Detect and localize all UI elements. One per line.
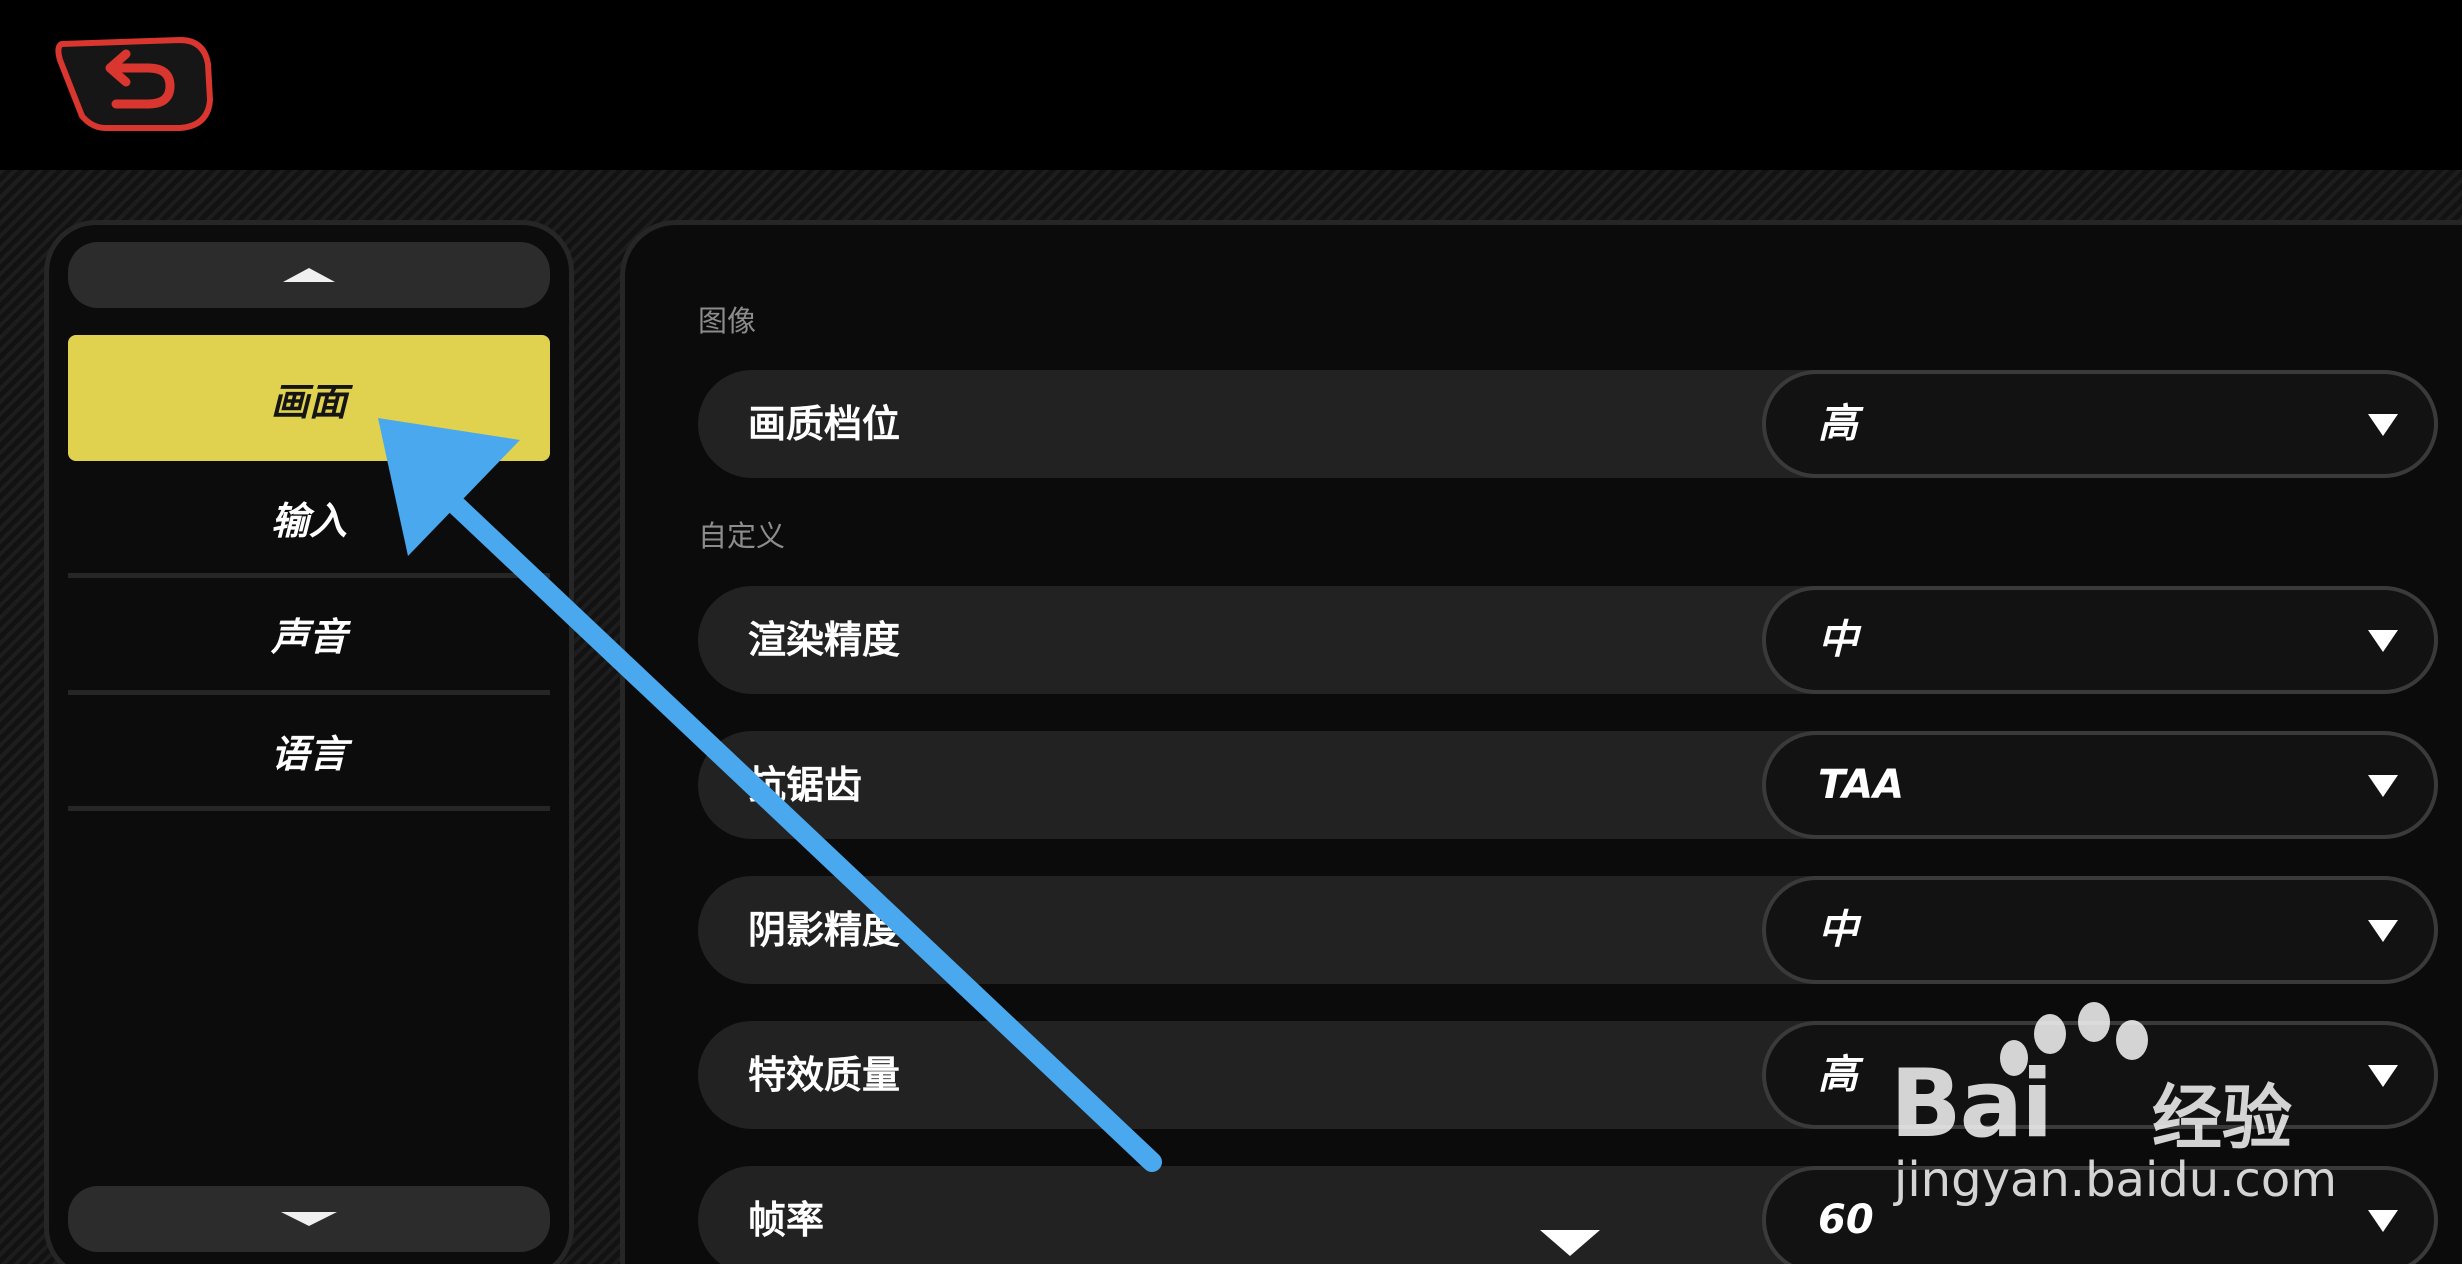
dropdown-value: 60 [1818, 1197, 1874, 1243]
effects-quality-dropdown[interactable]: 高 [1762, 1021, 2438, 1129]
setting-row-quality-preset: 画质档位 高 [698, 370, 2438, 478]
divider [68, 806, 550, 811]
setting-row-render-precision: 渲染精度 中 [698, 586, 2438, 694]
sidebar-item-label: 画面 [270, 379, 347, 424]
dropdown-arrow-icon [2368, 775, 2398, 797]
dropdown-arrow-icon [2368, 414, 2398, 436]
sidebar-item-label: 语言 [270, 731, 347, 776]
dropdown-value: 高 [1818, 401, 1858, 447]
watermark-url: jingyan.baidu.com [1894, 1152, 2337, 1208]
watermark-brand: Bai [1890, 1050, 2053, 1159]
anti-aliasing-dropdown[interactable]: TAA [1762, 731, 2438, 839]
setting-label: 画质档位 [748, 402, 901, 446]
dropdown-arrow-icon [2368, 1210, 2398, 1232]
section-title-custom: 自定义 [698, 519, 786, 553]
back-button[interactable] [52, 30, 216, 136]
setting-label: 抗锯齿 [748, 763, 863, 807]
setting-label: 帧率 [748, 1198, 825, 1242]
shadow-precision-dropdown[interactable]: 中 [1762, 876, 2438, 984]
sidebar-item-language[interactable]: 语言 [68, 693, 550, 807]
dropdown-value: 高 [1818, 1052, 1858, 1098]
render-precision-dropdown[interactable]: 中 [1762, 586, 2438, 694]
watermark-brand-cn: 经验 [2152, 1077, 2292, 1159]
top-bar [0, 0, 2462, 170]
sidebar-item-label: 声音 [270, 614, 347, 659]
setting-label: 特效质量 [748, 1053, 901, 1097]
dropdown-arrow-icon [2368, 920, 2398, 942]
scroll-more-indicator-icon[interactable] [1540, 1230, 1600, 1256]
setting-label: 渲染精度 [748, 618, 901, 662]
dropdown-value: 中 [1818, 617, 1858, 663]
triangle-down-icon [281, 1212, 337, 1226]
dropdown-value: TAA [1818, 762, 1905, 808]
scroll-up-button[interactable] [68, 242, 550, 308]
setting-row-shadow-precision: 阴影精度 中 [698, 876, 2438, 984]
quality-preset-dropdown[interactable]: 高 [1762, 370, 2438, 478]
dropdown-arrow-icon [2368, 630, 2398, 652]
scroll-down-button[interactable] [68, 1186, 550, 1252]
sidebar-item-display[interactable]: 画面 [68, 335, 550, 461]
setting-row-anti-aliasing: 抗锯齿 TAA [698, 731, 2438, 839]
dropdown-arrow-icon [2368, 1065, 2398, 1087]
setting-label: 阴影精度 [748, 908, 901, 952]
dropdown-value: 中 [1818, 907, 1858, 953]
sidebar-item-sound[interactable]: 声音 [68, 576, 550, 690]
section-title-image: 图像 [698, 304, 757, 338]
triangle-up-icon [283, 268, 335, 282]
sidebar-item-label: 输入 [270, 498, 347, 543]
sidebar-item-input[interactable]: 输入 [68, 460, 550, 574]
